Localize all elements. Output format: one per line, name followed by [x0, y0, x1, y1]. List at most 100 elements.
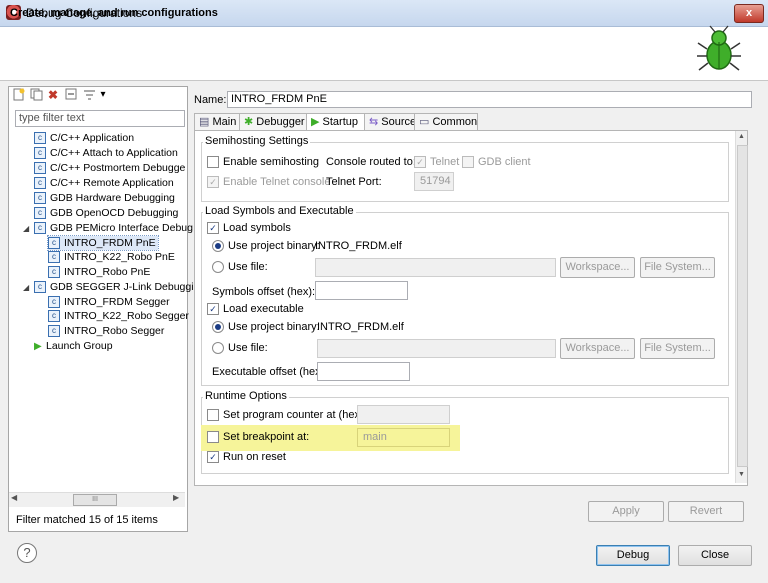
tree-item-intro-robo-segger[interactable]: c INTRO_Robo Segger — [48, 324, 164, 338]
checkbox-icon: ✓ — [207, 176, 219, 189]
tab-main[interactable]: ▤ Main — [194, 113, 240, 130]
exec-offset-field[interactable] — [317, 362, 410, 381]
new-config-icon[interactable] — [12, 88, 26, 102]
exec-workspace-button[interactable]: Workspace... — [560, 338, 635, 359]
breakpoint-field[interactable]: main — [357, 428, 450, 447]
tree-item-gdb-hardware[interactable]: c GDB Hardware Debugging — [34, 191, 175, 205]
checkbox-icon: ✓ — [414, 156, 426, 169]
exec-file-system-button[interactable]: File System... — [640, 338, 715, 359]
set-breakpoint-checkbox[interactable]: Set breakpoint at: — [207, 431, 309, 444]
name-input[interactable]: INTRO_FRDM PnE — [227, 91, 752, 108]
revert-button[interactable]: Revert — [668, 501, 744, 522]
set-pc-checkbox[interactable]: Set program counter at (hex): — [207, 409, 367, 422]
telnet-port-field[interactable]: 51794 — [414, 172, 454, 191]
symbols-binary-name: INTRO_FRDM.elf — [315, 240, 402, 252]
main-tab-icon: ▤ — [199, 116, 210, 128]
symbols-workspace-button[interactable]: Workspace... — [560, 257, 635, 278]
scroll-thumb[interactable]: III — [73, 494, 117, 506]
symbols-offset-field[interactable] — [315, 281, 408, 300]
tree-item-intro-frdm-segger[interactable]: c INTRO_FRDM Segger — [48, 295, 170, 309]
tab-debugger[interactable]: ✱ Debugger — [239, 113, 307, 130]
checkbox-icon — [207, 156, 219, 169]
semihosting-group — [201, 142, 729, 202]
debug-button[interactable]: Debug — [596, 545, 670, 566]
filter-icon[interactable] — [82, 88, 96, 102]
collapse-arrow-icon[interactable]: ◢ — [23, 224, 31, 233]
filter-status: Filter matched 15 of 15 items — [16, 514, 158, 526]
tree-item-intro-k22-robo-pne[interactable]: c INTRO_K22_Robo PnE — [48, 250, 175, 264]
filter-input[interactable]: type filter text — [15, 110, 185, 127]
checkbox-icon: ✓ — [207, 222, 219, 235]
exec-file-field[interactable] — [317, 339, 556, 358]
close-button[interactable]: Close — [678, 545, 752, 566]
symbols-use-file-radio[interactable]: Use file: — [212, 261, 268, 274]
duplicate-icon[interactable] — [29, 88, 43, 102]
scroll-down-icon[interactable]: ▼ — [738, 471, 745, 478]
common-tab-icon: ▭ — [419, 116, 430, 128]
tree-item-gdb-segger[interactable]: c GDB SEGGER J-Link Debuggin — [34, 280, 199, 294]
tree-item-intro-k22-robo-segger[interactable]: c INTRO_K22_Robo Segger — [48, 309, 189, 323]
symbols-use-project-binary-radio[interactable]: Use project binary: — [212, 240, 320, 253]
collapse-all-icon[interactable] — [64, 88, 78, 102]
radio-icon — [212, 261, 224, 274]
checkbox-icon — [207, 431, 219, 444]
exec-use-project-binary-radio[interactable]: Use project binary: — [212, 321, 320, 334]
tab-source[interactable]: ⇆ Source — [364, 113, 416, 130]
filter-menu-icon[interactable]: ▾ — [96, 88, 110, 102]
gdb-client-checkbox[interactable]: GDB client — [462, 156, 531, 169]
delete-icon[interactable]: ✖ — [46, 88, 60, 102]
exec-use-file-radio[interactable]: Use file: — [212, 342, 268, 355]
tab-startup[interactable]: ▶ Startup — [306, 113, 365, 131]
tree-item-gdb-openocd[interactable]: c GDB OpenOCD Debugging — [34, 206, 178, 220]
run-on-reset-checkbox[interactable]: ✓ Run on reset — [207, 451, 286, 464]
radio-icon — [212, 321, 224, 334]
vertical-scroll-thumb[interactable] — [737, 145, 748, 467]
symbols-file-system-button[interactable]: File System... — [640, 257, 715, 278]
tab-common[interactable]: ▭ Common — [414, 113, 478, 130]
c-config-icon: c — [48, 325, 60, 338]
tree-item-gdb-pemicro[interactable]: c GDB PEMicro Interface Debug — [34, 221, 193, 235]
checkbox-icon: ✓ — [207, 451, 219, 464]
scroll-right-icon[interactable]: ▶ — [173, 493, 179, 502]
c-config-icon: c — [34, 222, 46, 235]
telnet-checkbox[interactable]: ✓ Telnet — [414, 156, 459, 169]
c-config-icon: c — [48, 251, 60, 264]
scroll-left-icon[interactable]: ◀ — [11, 493, 17, 502]
load-symbols-title: Load Symbols and Executable — [203, 205, 356, 217]
c-config-icon: c — [34, 192, 46, 205]
tree-item-intro-robo-pne[interactable]: c INTRO_Robo PnE — [48, 265, 150, 279]
radio-icon — [212, 342, 224, 355]
symbols-file-field[interactable] — [315, 258, 556, 277]
dialog-header-title: Create, manage, and run configurations — [10, 7, 218, 19]
load-symbols-group — [201, 212, 729, 386]
radio-icon — [212, 240, 224, 253]
help-icon[interactable]: ? — [17, 543, 37, 563]
tree-item-cpp-attach[interactable]: c C/C++ Attach to Application — [34, 146, 178, 160]
tree-item-cpp-application[interactable]: c C/C++ Application — [34, 131, 134, 145]
content-vertical-scrollbar[interactable]: ▲ ▼ — [735, 131, 748, 483]
tree-item-intro-frdm-pne[interactable]: c INTRO_FRDM PnE — [47, 235, 159, 251]
c-config-icon: c — [34, 207, 46, 220]
launch-group-icon: ▶ — [34, 341, 42, 352]
c-config-icon: c — [48, 310, 60, 323]
collapse-arrow-icon[interactable]: ◢ — [23, 283, 31, 292]
load-executable-checkbox[interactable]: ✓ Load executable — [207, 303, 304, 316]
checkbox-icon — [207, 409, 219, 422]
debug-bug-icon — [697, 25, 741, 71]
symbols-offset-label: Symbols offset (hex): — [212, 286, 316, 298]
tree-item-cpp-postmortem[interactable]: c C/C++ Postmortem Debugge — [34, 161, 185, 175]
tree-item-cpp-remote[interactable]: c C/C++ Remote Application — [34, 176, 174, 190]
tree-horizontal-scrollbar[interactable]: ◀ III ▶ — [9, 492, 185, 507]
enable-semihosting-checkbox[interactable]: Enable semihosting — [207, 156, 319, 169]
name-label: Name: — [194, 94, 227, 106]
tree-item-launch-group[interactable]: ▶ Launch Group — [34, 339, 113, 353]
startup-tab-icon: ▶ — [311, 116, 320, 128]
scroll-up-icon[interactable]: ▲ — [738, 133, 745, 140]
c-config-icon: c — [34, 162, 46, 175]
apply-button[interactable]: Apply — [588, 501, 664, 522]
enable-telnet-console-checkbox[interactable]: ✓ Enable Telnet console — [207, 176, 330, 189]
pc-address-field[interactable] — [357, 405, 450, 424]
load-symbols-checkbox[interactable]: ✓ Load symbols — [207, 222, 291, 235]
close-window-button[interactable]: x — [734, 4, 764, 23]
debugger-tab-icon: ✱ — [244, 116, 254, 128]
